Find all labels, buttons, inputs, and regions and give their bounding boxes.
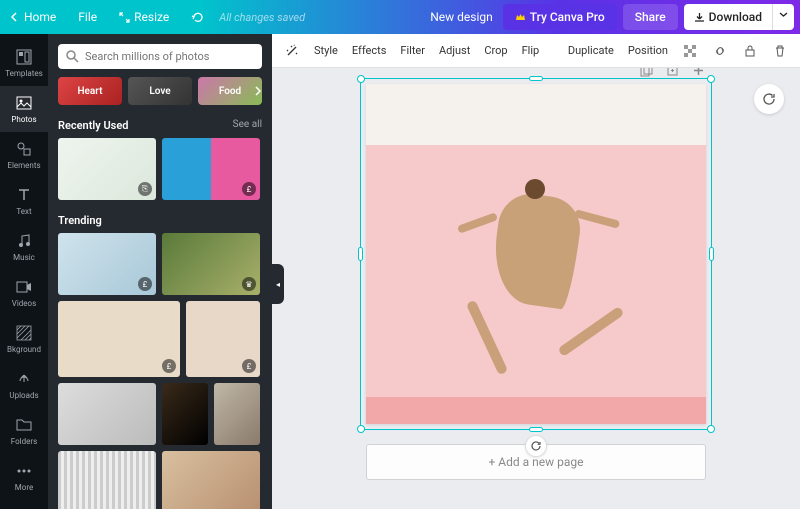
- category-love[interactable]: Love: [128, 77, 192, 105]
- resize-handle-e[interactable]: [709, 247, 714, 261]
- resize-handle-w[interactable]: [358, 247, 363, 261]
- trending-photo-thumb[interactable]: £: [186, 301, 260, 377]
- rail-more[interactable]: More: [0, 454, 48, 500]
- top-bar: Home File Resize All changes saved New d…: [0, 0, 800, 34]
- undo-icon: [191, 11, 203, 23]
- folders-icon: [15, 416, 33, 434]
- trending-photo-thumb[interactable]: [214, 383, 260, 445]
- photo-search[interactable]: [58, 44, 262, 69]
- crop-button[interactable]: Crop: [484, 44, 507, 57]
- resize-icon: [119, 12, 130, 23]
- resize-handle-n[interactable]: [529, 76, 543, 81]
- undo-button[interactable]: [181, 5, 213, 29]
- duplicate-page-button[interactable]: [664, 68, 680, 78]
- rail-elements[interactable]: Elements: [0, 132, 48, 178]
- download-icon: [694, 12, 705, 23]
- recently-used-heading: Recently Used: [58, 119, 128, 132]
- music-icon: [15, 232, 33, 250]
- lock-button[interactable]: [742, 43, 758, 59]
- effects-button[interactable]: Effects: [352, 44, 387, 57]
- trending-photo-thumb[interactable]: £: [58, 301, 180, 377]
- selection-outline: [360, 78, 712, 430]
- resize-handle-nw[interactable]: [357, 75, 365, 83]
- recent-photo-thumb[interactable]: ⎘: [58, 138, 156, 200]
- position-button[interactable]: Position: [628, 44, 668, 57]
- recent-photo-thumb[interactable]: £: [162, 138, 260, 200]
- new-design-button[interactable]: New design: [420, 4, 503, 30]
- rail-music[interactable]: Music: [0, 224, 48, 270]
- home-button[interactable]: Home: [0, 4, 66, 30]
- search-input[interactable]: [85, 50, 254, 63]
- pro-badge-icon: ♛: [242, 277, 256, 291]
- refresh-suggestions-button[interactable]: [754, 84, 784, 114]
- file-menu[interactable]: File: [68, 4, 107, 30]
- trending-photo-thumb[interactable]: [58, 451, 156, 509]
- resize-handle-ne[interactable]: [707, 75, 715, 83]
- pro-badge-icon: £: [242, 182, 256, 196]
- uploads-icon: [15, 370, 33, 388]
- download-button[interactable]: Download: [684, 4, 772, 30]
- rail-bkground[interactable]: Bkground: [0, 316, 48, 362]
- share-button[interactable]: Share: [623, 4, 678, 30]
- category-heart[interactable]: Heart: [58, 77, 122, 105]
- rail-templates[interactable]: Templates: [0, 40, 48, 86]
- rail-photos[interactable]: Photos: [0, 86, 48, 132]
- element-toolbar: Style Effects Filter Adjust Crop Flip Du…: [272, 34, 800, 68]
- trending-photo-thumb[interactable]: [58, 383, 156, 445]
- link-button[interactable]: [712, 43, 728, 59]
- copy-page-button[interactable]: [638, 68, 654, 78]
- style-button[interactable]: Style: [314, 44, 338, 57]
- search-icon: [66, 50, 79, 63]
- transparency-button[interactable]: [682, 43, 698, 59]
- canvas-area[interactable]: + Add a new page: [272, 68, 800, 509]
- left-rail: Templates Photos Elements Text Music Vid…: [0, 34, 48, 509]
- templates-icon: [15, 48, 33, 66]
- free-badge-icon: ⎘: [138, 182, 152, 196]
- resize-handle-se[interactable]: [707, 425, 715, 433]
- trending-heading: Trending: [58, 214, 102, 227]
- filter-button[interactable]: Filter: [400, 44, 425, 57]
- see-all-link[interactable]: See all: [233, 119, 262, 132]
- rail-uploads[interactable]: Uploads: [0, 362, 48, 408]
- trending-photo-thumb[interactable]: [162, 451, 260, 509]
- videos-icon: [15, 278, 33, 296]
- category-row: Heart Love Food: [48, 77, 272, 115]
- resize-button[interactable]: Resize: [109, 4, 179, 30]
- pro-badge-icon: £: [162, 359, 176, 373]
- trending-photo-thumb[interactable]: £: [58, 233, 156, 295]
- pro-badge-icon: £: [242, 359, 256, 373]
- resize-handle-s[interactable]: [529, 427, 543, 432]
- magic-icon[interactable]: [284, 43, 300, 59]
- try-pro-button[interactable]: Try Canva Pro: [503, 4, 617, 30]
- text-icon: [15, 186, 33, 204]
- trending-photo-thumb[interactable]: ♛: [162, 233, 260, 295]
- chevron-left-icon: [10, 12, 20, 22]
- save-status: All changes saved: [219, 11, 305, 24]
- download-options-button[interactable]: [772, 4, 794, 30]
- category-next-button[interactable]: [248, 81, 268, 101]
- adjust-button[interactable]: Adjust: [439, 44, 470, 57]
- editor-area: Style Effects Filter Adjust Crop Flip Du…: [272, 34, 800, 509]
- rotate-handle[interactable]: [525, 435, 547, 457]
- delete-button[interactable]: [772, 43, 788, 59]
- add-page-button[interactable]: [690, 68, 706, 78]
- photos-panel: Heart Love Food Recently Used See all ⎘ …: [48, 34, 272, 509]
- rail-text[interactable]: Text: [0, 178, 48, 224]
- elements-icon: [15, 140, 33, 158]
- trending-photo-thumb[interactable]: [162, 383, 208, 445]
- resize-handle-sw[interactable]: [357, 425, 365, 433]
- more-icon: [15, 462, 33, 480]
- pro-badge-icon: £: [138, 277, 152, 291]
- background-icon: [15, 324, 33, 342]
- canvas-page[interactable]: [366, 84, 706, 424]
- rail-folders[interactable]: Folders: [0, 408, 48, 454]
- photos-icon: [15, 94, 33, 112]
- rail-videos[interactable]: Videos: [0, 270, 48, 316]
- duplicate-button[interactable]: Duplicate: [568, 44, 614, 57]
- flip-button[interactable]: Flip: [522, 44, 540, 57]
- crown-icon: [515, 12, 526, 23]
- chevron-down-icon: [779, 10, 788, 19]
- home-label: Home: [24, 10, 56, 24]
